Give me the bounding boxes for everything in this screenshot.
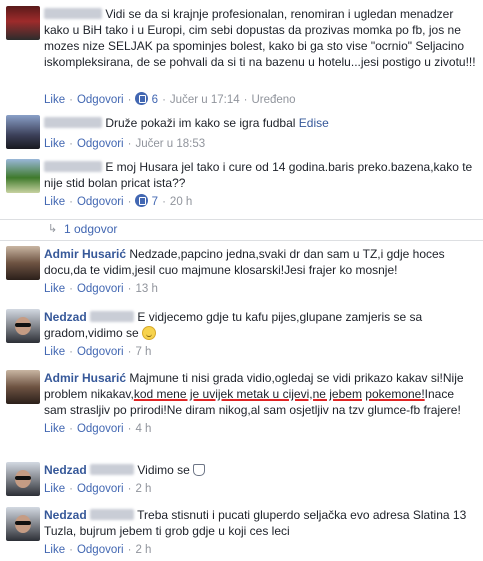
- comment: E moj Husara jel tako i cure od 14 godin…: [0, 159, 483, 219]
- hand-emoji-icon: [193, 464, 206, 476]
- comment-text: Vidi se da si krajnje profesionalan, ren…: [44, 7, 476, 69]
- replies-count[interactable]: 1 odgovor: [64, 222, 117, 236]
- avatar[interactable]: [6, 159, 40, 193]
- avatar[interactable]: [6, 370, 40, 404]
- like-link[interactable]: Like: [44, 138, 65, 150]
- blurred-name[interactable]: [44, 161, 102, 172]
- reply: Admir Husarić Majmune ti nisi grada vidi…: [0, 370, 483, 456]
- underlined-text: pokemone!: [365, 387, 425, 401]
- timestamp[interactable]: 13 h: [135, 283, 157, 295]
- smiley-emoji-icon: [142, 326, 157, 340]
- like-link[interactable]: Like: [44, 423, 65, 435]
- comment: Vidi se da si krajnje profesionalan, ren…: [0, 6, 483, 112]
- timestamp[interactable]: 2 h: [135, 483, 151, 495]
- blurred-name[interactable]: [44, 117, 102, 128]
- avatar[interactable]: [6, 6, 40, 40]
- reply-link[interactable]: Odgovori: [77, 423, 124, 435]
- like-count[interactable]: 7: [152, 196, 158, 208]
- avatar[interactable]: [6, 462, 40, 496]
- reply: Nedzad Treba stisnuti i pucati gluperdo …: [0, 507, 483, 561]
- like-link[interactable]: Like: [44, 544, 65, 556]
- comment-text: Vidimo se: [137, 463, 190, 477]
- timestamp[interactable]: 20 h: [170, 196, 192, 208]
- mention-link[interactable]: Edise: [299, 116, 329, 130]
- comment-text: E moj Husara jel tako i cure od 14 godin…: [44, 160, 473, 190]
- comment: Druže pokaži im kako se igra fudbal Edis…: [0, 115, 483, 159]
- reply: Admir Husarić Nedzade,papcino jedna,svak…: [0, 246, 483, 302]
- timestamp[interactable]: Jučer u 17:14: [170, 94, 240, 106]
- avatar[interactable]: [6, 309, 40, 343]
- like-link[interactable]: Like: [44, 483, 65, 495]
- like-link[interactable]: Like: [44, 94, 65, 106]
- reply-link[interactable]: Odgovori: [77, 138, 124, 150]
- avatar[interactable]: [6, 115, 40, 149]
- reply-link[interactable]: Odgovori: [77, 94, 124, 106]
- avatar[interactable]: [6, 507, 40, 541]
- reply: Nedzad Vidimo se Like · Odgovori · 2 h: [0, 462, 483, 502]
- reply-link[interactable]: Odgovori: [77, 483, 124, 495]
- reply-link[interactable]: Odgovori: [77, 196, 124, 208]
- commenter-name[interactable]: Nedzad: [44, 463, 87, 477]
- reply-link[interactable]: Odgovori: [77, 283, 124, 295]
- blurred-name[interactable]: [44, 8, 102, 19]
- reply-link[interactable]: Odgovori: [77, 544, 124, 556]
- timestamp[interactable]: Jučer u 18:53: [135, 138, 205, 150]
- like-link[interactable]: Like: [44, 283, 65, 295]
- blurred-surname: [90, 509, 135, 520]
- avatar[interactable]: [6, 246, 40, 280]
- reply: Nedzad E vidjecemo gdje tu kafu pijes,gl…: [0, 309, 483, 365]
- divider: [0, 219, 483, 220]
- underlined-text: kod mene je uvijek metak u cijevi,ne jeb…: [133, 387, 362, 401]
- like-link[interactable]: Like: [44, 346, 65, 358]
- like-link[interactable]: Like: [44, 196, 65, 208]
- like-count[interactable]: 6: [152, 94, 158, 106]
- timestamp[interactable]: 4 h: [135, 423, 151, 435]
- like-count-icon[interactable]: [135, 92, 149, 105]
- blurred-surname: [90, 464, 135, 475]
- commenter-name[interactable]: Nedzad: [44, 310, 87, 324]
- replies-toggle[interactable]: ↳ 1 odgovor: [0, 222, 483, 238]
- reply-arrow-icon: ↳: [48, 223, 58, 235]
- comment-text: Druže pokaži im kako se igra fudbal: [105, 116, 296, 130]
- like-count-icon[interactable]: [135, 194, 149, 207]
- blurred-surname: [90, 311, 135, 322]
- commenter-name[interactable]: Admir Husarić: [44, 371, 126, 385]
- divider: [0, 240, 483, 241]
- commenter-name[interactable]: Admir Husarić: [44, 247, 126, 261]
- edited-label[interactable]: Uređeno: [251, 94, 295, 106]
- reply-link[interactable]: Odgovori: [77, 346, 124, 358]
- timestamp[interactable]: 7 h: [135, 346, 151, 358]
- commenter-name[interactable]: Nedzad: [44, 508, 87, 522]
- timestamp[interactable]: 2 h: [135, 544, 151, 556]
